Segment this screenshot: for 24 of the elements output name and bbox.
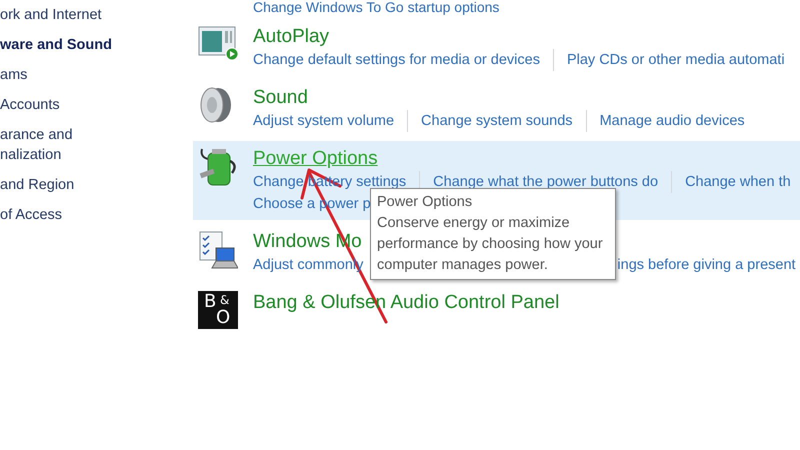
- tooltip-text: Conserve energy or maximize performance by choosing how your computer manages power.: [377, 214, 604, 275]
- link[interactable]: Adjust system volume: [253, 110, 394, 132]
- sidebar-link[interactable]: Accounts: [0, 95, 193, 115]
- sidebar-link[interactable]: ams: [0, 65, 193, 85]
- checklist-laptop-icon: [198, 230, 238, 270]
- link[interactable]: Change system sounds: [407, 110, 573, 132]
- link[interactable]: Change Windows To Go startup options: [193, 0, 800, 16]
- link[interactable]: Play CDs or other media automati: [552, 49, 785, 71]
- link[interactable]: Change default settings for media or devices: [253, 49, 540, 71]
- sidebar-link[interactable]: arance and nalization: [0, 125, 193, 165]
- link[interactable]: Manage audio devices: [586, 110, 745, 132]
- sidebar-link[interactable]: of Access: [0, 205, 193, 225]
- category-title[interactable]: Sound: [253, 87, 308, 108]
- sidebar-link[interactable]: ware and Sound: [0, 35, 193, 55]
- battery-plug-icon: [198, 147, 238, 187]
- sidebar-link[interactable]: and Region: [0, 175, 193, 195]
- link[interactable]: ings before giving a present: [617, 254, 796, 276]
- speaker-icon: [198, 86, 234, 124]
- sidebar-link[interactable]: ork and Internet: [0, 5, 193, 25]
- tooltip-title: Power Options: [377, 193, 474, 212]
- link[interactable]: Change when th: [671, 171, 791, 193]
- category-title[interactable]: AutoPlay: [253, 26, 330, 47]
- category-title[interactable]: Power Options: [253, 148, 378, 169]
- window-play-icon: [198, 25, 238, 61]
